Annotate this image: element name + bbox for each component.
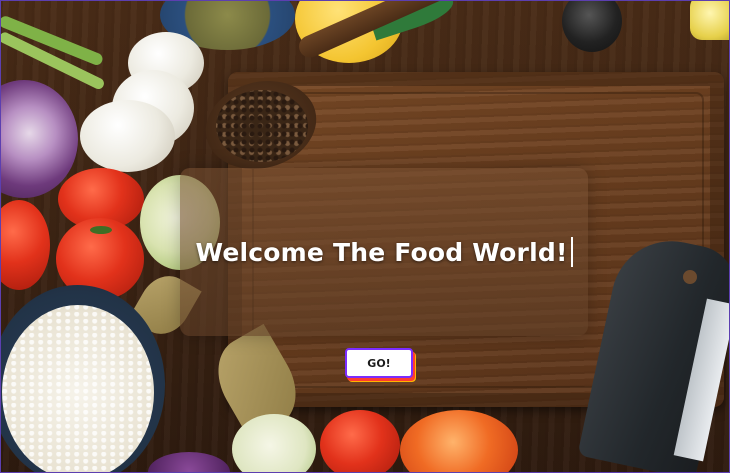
go-button-label: GO! bbox=[367, 356, 391, 370]
hero-title: Welcome The Food World! bbox=[195, 238, 568, 267]
tomato bbox=[0, 200, 50, 290]
rice bbox=[2, 305, 154, 473]
tomato bbox=[320, 410, 400, 473]
knife-hole bbox=[683, 270, 697, 284]
scallion-bundle bbox=[0, 0, 120, 91]
heirloom-tomato bbox=[400, 410, 518, 473]
peppercorns bbox=[216, 90, 308, 162]
garlic-bulb bbox=[80, 100, 175, 172]
tomato-stem bbox=[90, 226, 112, 234]
red-onion bbox=[148, 452, 230, 473]
hero-panel: Welcome The Food World! bbox=[180, 168, 588, 336]
pepper-mill bbox=[562, 0, 622, 52]
go-button[interactable]: GO! bbox=[345, 348, 413, 378]
typing-caret bbox=[570, 237, 573, 267]
onion bbox=[232, 414, 316, 473]
oil-bottle bbox=[690, 0, 730, 40]
hero-title-wrapper: Welcome The Food World! bbox=[195, 237, 573, 267]
